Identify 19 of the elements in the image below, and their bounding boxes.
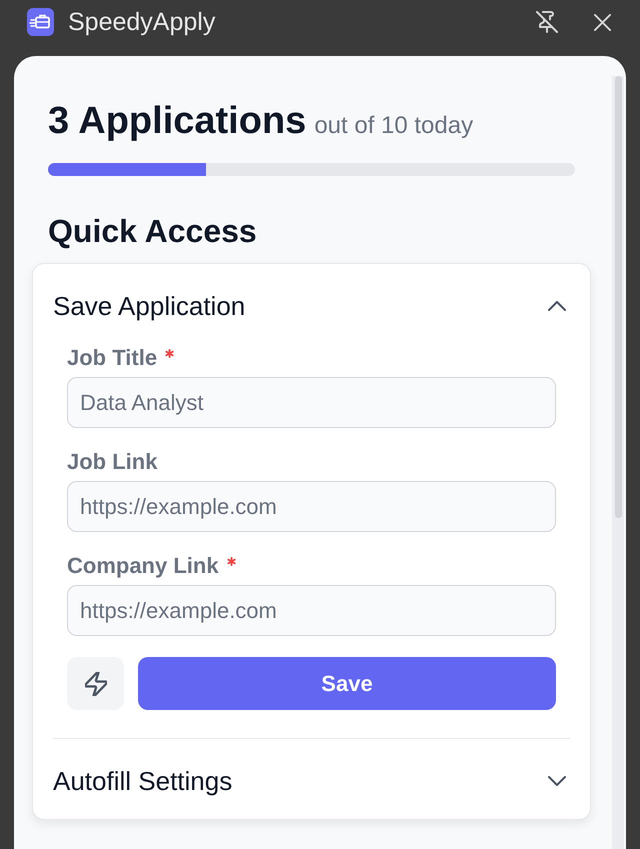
- text-field[interactable]: https://example.com: [67, 585, 556, 636]
- field-label: Company Link: [67, 552, 219, 580]
- close-icon[interactable]: [594, 14, 611, 30]
- count-heading: 3 Applications: [48, 99, 306, 144]
- accordion-header[interactable]: Autofill Settings: [33, 739, 590, 819]
- pin-off-icon[interactable]: [536, 11, 558, 33]
- save-button[interactable]: Save: [138, 657, 556, 710]
- field-label: Job Link: [67, 448, 158, 476]
- lightning-icon: [84, 672, 106, 696]
- lightning-button[interactable]: [67, 657, 124, 710]
- section-heading: Quick Access: [48, 212, 258, 250]
- briefcase-icon: [27, 8, 54, 36]
- text-field[interactable]: Data Analyst: [67, 377, 556, 428]
- accordion-header[interactable]: Save Application: [33, 264, 590, 344]
- field-label: Job Title: [67, 344, 158, 372]
- limit-text: out of 10 today: [314, 111, 474, 141]
- scrollbar-thumb[interactable]: [614, 76, 622, 518]
- text-field[interactable]: https://example.com: [67, 481, 556, 532]
- window-title: SpeedyApply: [68, 7, 216, 37]
